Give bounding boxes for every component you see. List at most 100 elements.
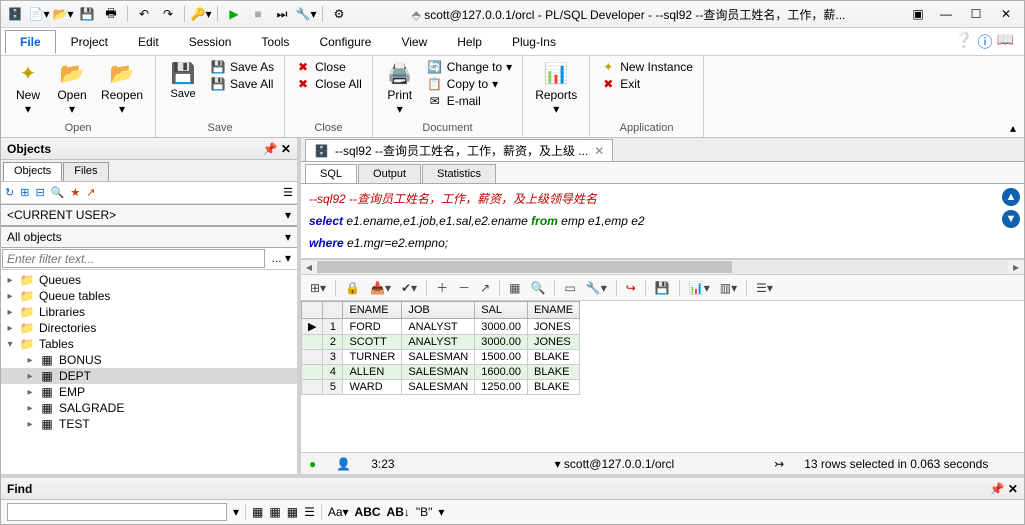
close-button[interactable]: ✕ (992, 4, 1020, 24)
email-button[interactable]: ✉E-mail (423, 93, 516, 109)
table-row[interactable]: 5WARDSALESMAN1250.00BLAKE (302, 380, 580, 395)
add-row-icon[interactable]: ＋ (433, 279, 451, 296)
tree-queues[interactable]: ▸📁Queues (1, 272, 297, 288)
tree-directories[interactable]: ▸📁Directories (1, 320, 297, 336)
find-all-icon[interactable]: ▦ (287, 505, 298, 519)
help-icon[interactable]: ❔ (955, 31, 974, 52)
print-button[interactable]: 🖨️Print▾ (379, 59, 421, 118)
tree-libraries[interactable]: ▸📁Libraries (1, 304, 297, 320)
menu-plugins[interactable]: Plug-Ins (497, 30, 571, 54)
sql-hscroll[interactable]: ◂▸ (301, 259, 1024, 275)
find-input[interactable] (7, 503, 227, 521)
del-row-icon[interactable]: － (455, 279, 473, 296)
menu-view[interactable]: View (386, 30, 442, 54)
col-ename[interactable]: ENAME (343, 302, 402, 319)
filter-more-icon[interactable]: ... ▾ (266, 248, 297, 269)
key-icon[interactable]: 🔑▾ (191, 4, 211, 24)
new-instance-button[interactable]: ✦New Instance (596, 59, 697, 75)
more-icon[interactable]: ☰ (283, 186, 293, 199)
table-row[interactable]: 2SCOTTANALYST3000.00JONES (302, 335, 580, 350)
table-row[interactable]: 4ALLENSALESMAN1600.00BLAKE (302, 365, 580, 380)
refresh-icon[interactable]: ↻ (5, 186, 14, 199)
new-button[interactable]: ✦New▾ (7, 59, 49, 118)
post-icon[interactable]: ↗ (477, 281, 493, 295)
scroll-up-icon[interactable]: ▲ (1002, 188, 1020, 206)
menu-project[interactable]: Project (56, 30, 123, 54)
restore-down-icon[interactable]: ▣ (908, 4, 928, 24)
whole-word-icon[interactable]: ABC (355, 505, 381, 519)
go-icon[interactable]: ↗ (86, 186, 95, 199)
table-emp[interactable]: ▸▦EMP (1, 384, 297, 400)
menu-edit[interactable]: Edit (123, 30, 174, 54)
tab-objects[interactable]: Objects (3, 162, 62, 181)
menu-configure[interactable]: Configure (304, 30, 386, 54)
copy-to-button[interactable]: 📋Copy to ▾ (423, 76, 516, 92)
scope-icon[interactable]: "B" (416, 505, 433, 519)
settings-icon[interactable]: ⚙ (329, 4, 349, 24)
grid-nav-icon[interactable]: ⊞▾ (307, 281, 329, 295)
lock-icon[interactable]: 🔒 (342, 281, 363, 295)
table-row[interactable]: 3TURNERSALESMAN1500.00BLAKE (302, 350, 580, 365)
tab-files[interactable]: Files (63, 162, 108, 181)
collapse-icon[interactable]: ⊟ (35, 186, 44, 199)
disk-icon[interactable]: 💾 (652, 281, 673, 295)
minimize-button[interactable]: — (932, 4, 960, 24)
col-job[interactable]: JOB (402, 302, 475, 319)
save-icon[interactable]: 💾 (77, 4, 97, 24)
table-dept[interactable]: ▸▦DEPT (1, 368, 297, 384)
tree-queue-tables[interactable]: ▸📁Queue tables (1, 288, 297, 304)
fetch-icon[interactable]: 📥▾ (367, 281, 394, 295)
scroll-down-icon[interactable]: ▼ (1002, 210, 1020, 228)
find-list-icon[interactable]: ☰ (304, 505, 315, 519)
debug-dropdown-icon[interactable]: 🔧▾ (296, 4, 316, 24)
layout-icon[interactable]: ▥▾ (717, 281, 740, 295)
tab-close-icon[interactable]: ✕ (594, 144, 604, 158)
object-tree[interactable]: ▸📁Queues ▸📁Queue tables ▸📁Libraries ▸📁Di… (1, 270, 297, 474)
menu-session[interactable]: Session (174, 30, 247, 54)
query-builder-icon[interactable]: 🔧▾ (583, 281, 610, 295)
step-icon[interactable]: ⏭ (272, 4, 292, 24)
save-button[interactable]: 💾Save (162, 59, 204, 102)
find-icon[interactable]: 🔍 (51, 186, 65, 199)
object-filter-selector[interactable]: All objects▾ (1, 226, 297, 248)
undo-icon[interactable]: ↶ (134, 4, 154, 24)
maximize-button[interactable]: ☐ (962, 4, 990, 24)
table-test[interactable]: ▸▦TEST (1, 416, 297, 432)
close-all-button[interactable]: ✖Close All (291, 76, 366, 92)
expand-icon[interactable]: ⊞ (20, 186, 29, 199)
table-salgrade[interactable]: ▸▦SALGRADE (1, 400, 297, 416)
menu-tools[interactable]: Tools (246, 30, 304, 54)
find-prev-icon[interactable]: ▦ (269, 505, 280, 519)
find-opts-icon[interactable]: ▾ (438, 505, 444, 519)
sql-editor[interactable]: --sql92 --查询员工姓名，工作，薪资，及上级领导姓名 select e1… (301, 184, 1024, 259)
open-dropdown-icon[interactable]: 📂▾ (53, 4, 73, 24)
subtab-statistics[interactable]: Statistics (422, 164, 496, 183)
ribbon-collapse-icon[interactable]: ▴ (1006, 121, 1020, 135)
options-icon[interactable]: ☰▾ (753, 281, 776, 295)
table-bonus[interactable]: ▸▦BONUS (1, 352, 297, 368)
stop-icon[interactable]: ■ (248, 4, 268, 24)
filter-input[interactable] (2, 249, 265, 268)
reopen-button[interactable]: 📂Reopen▾ (95, 59, 149, 118)
redo-icon[interactable]: ↷ (158, 4, 178, 24)
exit-button[interactable]: ✖Exit (596, 76, 697, 92)
new-dropdown-icon[interactable]: 📄▾ (29, 4, 49, 24)
find-next-icon[interactable]: ▦ (252, 505, 263, 519)
regex-icon[interactable]: AB↓ (387, 505, 410, 519)
find-pin-icon[interactable]: 📌 ✕ (990, 482, 1018, 496)
chart-icon[interactable]: 📊▾ (686, 281, 713, 295)
col-ename2[interactable]: ENAME (528, 302, 580, 319)
commit-icon[interactable]: ✔▾ (398, 281, 420, 295)
find-grid-icon[interactable]: 🔍 (528, 281, 549, 295)
copy-icon[interactable]: ▦ (506, 281, 523, 295)
save-all-button[interactable]: 💾Save All (206, 76, 278, 92)
change-to-button[interactable]: 🔄Change to ▾ (423, 59, 516, 75)
subtab-output[interactable]: Output (358, 164, 421, 183)
menu-help[interactable]: Help (442, 30, 497, 54)
menu-file[interactable]: File (5, 30, 56, 54)
case-icon[interactable]: Aa▾ (328, 505, 349, 519)
reports-button[interactable]: 📊Reports▾ (529, 59, 583, 118)
export-icon[interactable]: ↪ (623, 281, 639, 295)
table-row[interactable]: ▶1FORDANALYST3000.00JONES (302, 319, 580, 335)
subtab-sql[interactable]: SQL (305, 164, 357, 183)
